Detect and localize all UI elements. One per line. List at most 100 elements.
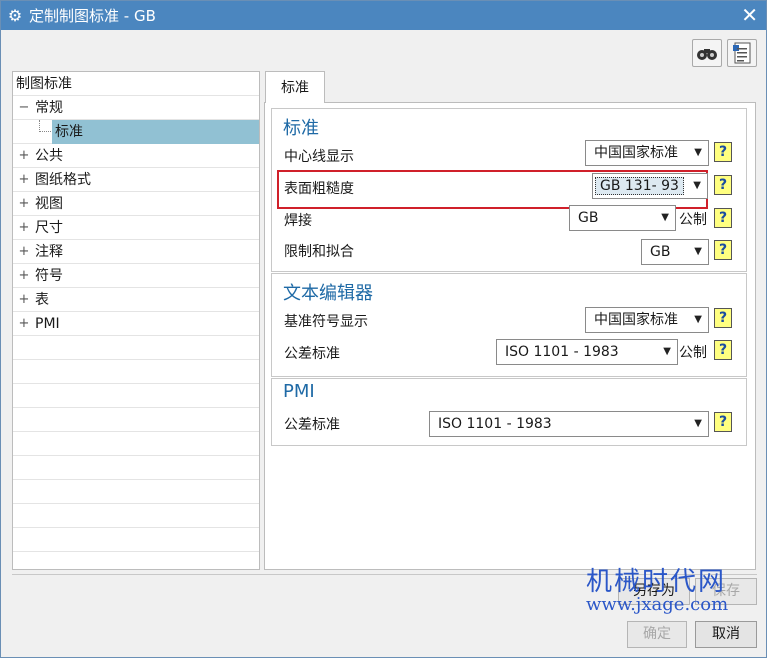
limits-and-fits-select[interactable]: GB ▼ xyxy=(641,239,709,265)
tree-item-label: 表 xyxy=(35,292,49,308)
tree-item-view[interactable]: + 视图 xyxy=(13,192,259,216)
unit-label: 公制 xyxy=(679,212,707,228)
select-value: GB 131- 93 xyxy=(595,177,684,195)
unit-label: 公制 xyxy=(679,345,707,361)
chevron-down-icon: ▼ xyxy=(694,314,702,325)
collapse-icon[interactable]: − xyxy=(18,96,30,120)
tree-empty-row xyxy=(13,432,259,456)
tree-item-table[interactable]: + 表 xyxy=(13,288,259,312)
tree-item-general[interactable]: − 常规 xyxy=(13,96,259,120)
tree-item-dimension[interactable]: + 尺寸 xyxy=(13,216,259,240)
chevron-down-icon: ▼ xyxy=(693,180,701,191)
tree-empty-row xyxy=(13,336,259,360)
tree-empty-row xyxy=(13,456,259,480)
expand-icon[interactable]: + xyxy=(18,312,30,336)
select-value: ISO 1101 - 1983 xyxy=(438,416,552,432)
tree-empty-row xyxy=(13,552,259,569)
binoculars-icon xyxy=(697,49,717,60)
help-icon[interactable]: ? xyxy=(714,175,732,195)
cancel-button[interactable]: 取消 xyxy=(695,621,757,648)
ok-button[interactable]: 确定 xyxy=(627,621,687,648)
gear-icon: ⚙ xyxy=(7,6,23,25)
chevron-down-icon: ▼ xyxy=(661,212,669,223)
expand-icon[interactable]: + xyxy=(18,216,30,240)
pmi-tolerance-standard-select[interactable]: ISO 1101 - 1983 ▼ xyxy=(429,411,709,437)
close-button[interactable]: ✕ xyxy=(741,4,758,26)
site-watermark: 机械时代网 www.jxage.com xyxy=(586,561,728,615)
help-icon[interactable]: ? xyxy=(714,240,732,260)
tree-empty-row xyxy=(13,384,259,408)
group-pmi: PMI 公差标准 ISO 1101 - 1983 ▼ ? xyxy=(271,378,747,446)
report-button[interactable] xyxy=(727,39,757,67)
tree-item-label: 标准 xyxy=(52,120,259,144)
row-label: 公差标准 xyxy=(284,417,340,433)
tree-item-annotation[interactable]: + 注释 xyxy=(13,240,259,264)
tree-item-label: 公共 xyxy=(35,148,63,164)
find-button[interactable] xyxy=(692,39,722,67)
document-list-icon xyxy=(733,42,751,64)
watermark-line1: 机械时代网 xyxy=(586,567,727,597)
help-icon[interactable]: ? xyxy=(714,208,732,228)
select-value: 中国国家标准 xyxy=(594,145,678,161)
help-icon[interactable]: ? xyxy=(714,142,732,162)
welding-select[interactable]: GB ▼ xyxy=(569,205,676,231)
chevron-down-icon: ▼ xyxy=(663,346,671,357)
tree-item-pmi[interactable]: + PMI xyxy=(13,312,259,336)
tree-empty-row xyxy=(13,528,259,552)
help-icon[interactable]: ? xyxy=(714,340,732,360)
tree-item-standard[interactable]: 标准 xyxy=(13,120,259,144)
group-text-editor: 文本编辑器 基准符号显示 中国国家标准 ▼ ? 公差标准 ISO 1101 - … xyxy=(271,273,747,377)
tree-item-label: PMI xyxy=(35,316,60,332)
group-standard: 标准 中心线显示 中国国家标准 ▼ ? 表面粗糙度 GB 131- 93 ▼ ?… xyxy=(271,108,747,272)
select-value: GB xyxy=(650,244,671,260)
select-value: 中国国家标准 xyxy=(594,312,678,328)
chevron-down-icon: ▼ xyxy=(694,147,702,158)
row-label: 基准符号显示 xyxy=(284,314,368,330)
tree-item-label: 视图 xyxy=(35,196,63,212)
window-title: 定制制图标准 - GB xyxy=(29,7,156,25)
expand-icon[interactable]: + xyxy=(18,264,30,288)
tree-empty-row xyxy=(13,480,259,504)
group-title: PMI xyxy=(283,381,315,402)
row-label: 限制和拟合 xyxy=(284,244,354,260)
drafting-standard-tree: 制图标准 − 常规 标准 + 公共 + 图纸格式 + 视图 + 尺寸 + 注释 xyxy=(12,71,260,570)
expand-icon[interactable]: + xyxy=(18,144,30,168)
help-icon[interactable]: ? xyxy=(714,412,732,432)
tree-empty-row xyxy=(13,408,259,432)
help-icon[interactable]: ? xyxy=(714,308,732,328)
datum-symbol-display-select[interactable]: 中国国家标准 ▼ xyxy=(585,307,709,333)
tree-item-label: 符号 xyxy=(35,268,63,284)
tree-header: 制图标准 xyxy=(13,72,259,96)
watermark-line2: www.jxage.com xyxy=(586,594,729,615)
dialog-window: ⚙ 定制制图标准 - GB ✕ 制图标准 − 常规 标准 + 公共 + 图纸格式… xyxy=(0,0,767,658)
expand-icon[interactable]: + xyxy=(18,192,30,216)
tree-item-symbol[interactable]: + 符号 xyxy=(13,264,259,288)
tree-item-common[interactable]: + 公共 xyxy=(13,144,259,168)
row-label: 焊接 xyxy=(284,213,312,229)
tree-item-label: 常规 xyxy=(35,100,63,116)
expand-icon[interactable]: + xyxy=(18,168,30,192)
tree-guide-line xyxy=(39,120,51,132)
tree-empty-row xyxy=(13,360,259,384)
select-value: ISO 1101 - 1983 xyxy=(505,344,619,360)
row-label: 中心线显示 xyxy=(284,149,354,165)
tree-item-sheet-format[interactable]: + 图纸格式 xyxy=(13,168,259,192)
chevron-down-icon: ▼ xyxy=(694,418,702,429)
tree-item-label: 尺寸 xyxy=(35,220,63,236)
tab-panel: 标准 中心线显示 中国国家标准 ▼ ? 表面粗糙度 GB 131- 93 ▼ ?… xyxy=(264,102,756,570)
surface-roughness-select[interactable]: GB 131- 93 ▼ xyxy=(592,173,708,199)
tree-item-label: 注释 xyxy=(35,244,63,260)
tree-item-label: 图纸格式 xyxy=(35,172,91,188)
expand-icon[interactable]: + xyxy=(18,288,30,312)
select-value: GB xyxy=(578,210,599,226)
tolerance-standard-select[interactable]: ISO 1101 - 1983 ▼ xyxy=(496,339,678,365)
tab-standard[interactable]: 标准 xyxy=(265,71,325,103)
group-title: 标准 xyxy=(283,118,319,139)
title-bar[interactable]: ⚙ 定制制图标准 - GB ✕ xyxy=(1,1,766,30)
tree-empty-row xyxy=(13,504,259,528)
centerline-display-select[interactable]: 中国国家标准 ▼ xyxy=(585,140,709,166)
group-title: 文本编辑器 xyxy=(283,283,373,304)
row-label: 表面粗糙度 xyxy=(284,181,354,197)
row-label: 公差标准 xyxy=(284,346,340,362)
expand-icon[interactable]: + xyxy=(18,240,30,264)
